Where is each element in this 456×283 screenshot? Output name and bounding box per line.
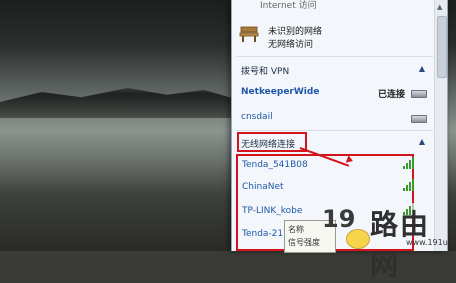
collapse-wireless-chevron-icon[interactable]: ▲: [419, 137, 425, 146]
tooltip-name-label: 名称: [288, 225, 304, 234]
scroll-up-arrow-icon[interactable]: ▲: [437, 3, 442, 11]
dialup-section-title: 拨号和 VPN: [241, 67, 290, 77]
wireless-section-title: 无线网络连接: [241, 140, 296, 150]
landscape-silhouette: [0, 88, 232, 118]
connection-cnsdail[interactable]: cnsdail: [241, 112, 273, 122]
current-network-name: 未识别的网络: [268, 27, 323, 37]
modem-icon: [411, 90, 427, 98]
collapse-dialup-chevron-icon[interactable]: ▲: [419, 64, 425, 73]
tooltip-signal-label: 信号强度: [288, 238, 320, 247]
wifi-network-tp-link-kobe[interactable]: TP-LINK_kobe: [242, 206, 302, 216]
watermark-url: www.191u.com: [406, 238, 456, 247]
internet-access-text: Internet 访问: [260, 1, 317, 11]
modem-icon: [411, 115, 427, 123]
connection-netkeeperwide[interactable]: NetkeeperWide: [241, 87, 319, 97]
wifi-network-chinanet[interactable]: ChinaNet: [242, 182, 284, 192]
scroll-thumb[interactable]: [437, 16, 447, 78]
signal-strength-icon: [403, 179, 417, 191]
divider: [236, 130, 433, 131]
connection-status: 已连接: [377, 90, 405, 100]
watermark-number: 19: [322, 205, 356, 233]
wifi-network-tenda-541b08[interactable]: Tenda_541B08: [242, 160, 308, 170]
watermark-badge-icon: [346, 229, 370, 249]
current-network-status: 无网络访问: [268, 40, 314, 50]
wifi-network-tenda-217[interactable]: Tenda-217: [242, 229, 289, 239]
signal-strength-icon: [403, 157, 417, 169]
site-watermark: 19 路由网 www.191u.com: [322, 205, 456, 281]
divider: [236, 56, 433, 57]
network-bench-icon: [239, 26, 259, 42]
